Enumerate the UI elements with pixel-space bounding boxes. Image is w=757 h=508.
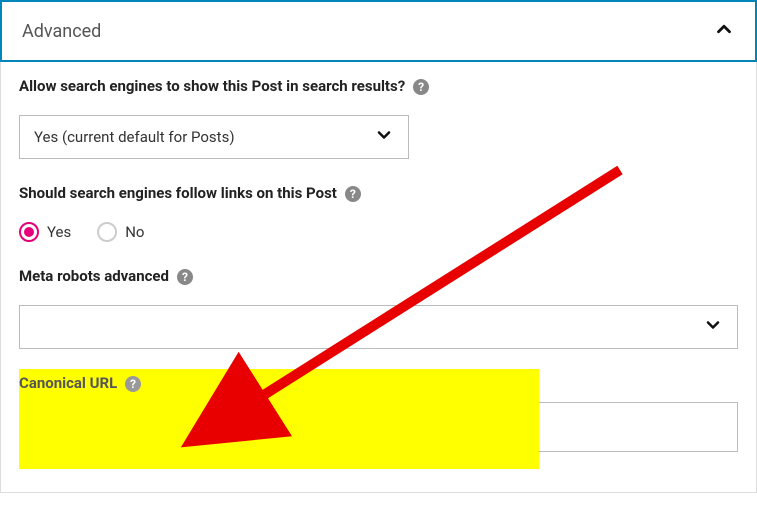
search-results-value: Yes (current default for Posts) bbox=[34, 128, 235, 146]
radio-checked-icon bbox=[19, 222, 39, 242]
search-results-select[interactable]: Yes (current default for Posts) bbox=[19, 115, 409, 159]
search-results-label: Allow search engines to show this Post i… bbox=[19, 77, 405, 95]
help-icon[interactable]: ? bbox=[177, 269, 193, 285]
follow-links-field: Should search engines follow links on th… bbox=[19, 183, 738, 242]
radio-no-label: No bbox=[125, 223, 144, 241]
follow-links-radio-yes[interactable]: Yes bbox=[19, 222, 71, 242]
chevron-down-icon bbox=[703, 315, 723, 339]
canonical-url-label: Canonical URL ? bbox=[19, 374, 141, 392]
advanced-accordion-header[interactable]: Advanced bbox=[0, 0, 757, 62]
help-icon[interactable]: ? bbox=[345, 186, 361, 202]
help-icon[interactable]: ? bbox=[125, 376, 141, 392]
search-results-field: Allow search engines to show this Post i… bbox=[19, 76, 738, 159]
radio-unchecked-icon bbox=[97, 222, 117, 242]
follow-links-label: Should search engines follow links on th… bbox=[19, 184, 337, 202]
follow-links-radio-no[interactable]: No bbox=[97, 222, 144, 242]
accordion-title: Advanced bbox=[22, 21, 101, 42]
radio-yes-label: Yes bbox=[47, 223, 71, 241]
meta-robots-field: Meta robots advanced ? bbox=[19, 266, 738, 349]
canonical-url-field: Canonical URL ? bbox=[19, 373, 738, 452]
meta-robots-label: Meta robots advanced bbox=[19, 267, 169, 285]
chevron-down-icon bbox=[374, 125, 394, 149]
chevron-up-icon bbox=[713, 18, 735, 44]
help-icon[interactable]: ? bbox=[413, 79, 429, 95]
meta-robots-select[interactable] bbox=[19, 305, 738, 349]
